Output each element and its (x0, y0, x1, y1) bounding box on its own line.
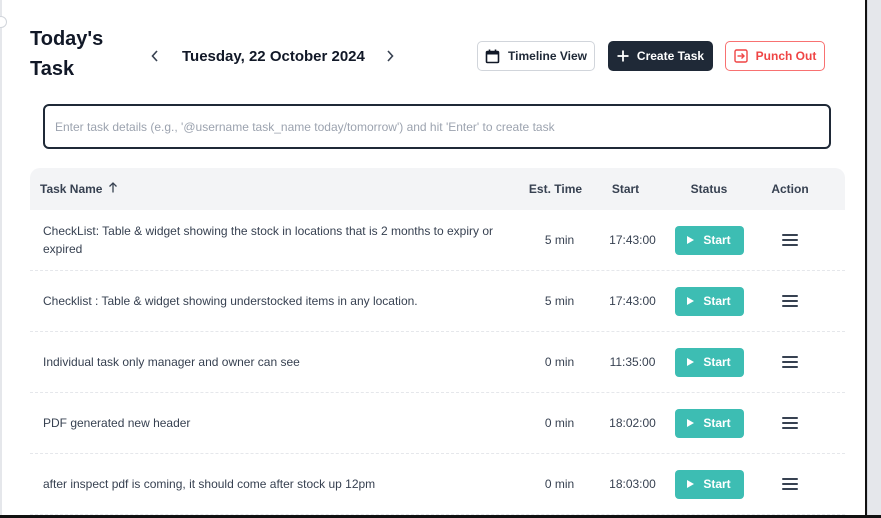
column-status: Status (690, 182, 728, 196)
task-name: Checklist : Table & widget showing under… (43, 294, 418, 308)
start-button[interactable]: Start (674, 408, 744, 438)
table-row: PDF generated new header 0 min 18:02:00 … (30, 393, 845, 454)
start-button[interactable]: Start (674, 469, 744, 499)
menu-icon[interactable] (782, 478, 798, 490)
play-icon (687, 419, 695, 427)
task-name: after inspect pdf is coming, it should c… (43, 477, 376, 491)
punch-out-label: Punch Out (755, 49, 817, 63)
table-row: Individual task only manager and owner c… (30, 332, 845, 393)
task-input[interactable] (43, 104, 831, 149)
menu-icon[interactable] (782, 295, 798, 307)
table-row: CheckList: Table & widget showing the st… (30, 210, 845, 271)
start-button[interactable]: Start (674, 225, 744, 255)
play-icon (687, 358, 695, 366)
create-task-label: Create Task (636, 49, 705, 63)
chevron-right-icon[interactable] (381, 42, 399, 70)
window-corner-indicator (0, 16, 7, 28)
menu-icon[interactable] (782, 356, 798, 368)
play-icon (687, 297, 695, 305)
current-date: Tuesday, 22 October 2024 (182, 47, 365, 65)
task-est-time: 0 min (544, 355, 575, 369)
menu-icon[interactable] (782, 234, 798, 246)
task-name: PDF generated new header (43, 416, 191, 430)
task-est-time: 5 min (544, 294, 575, 308)
play-icon (687, 480, 695, 488)
logout-icon (733, 49, 748, 63)
chevron-left-icon[interactable] (146, 42, 164, 70)
scrollbar-track[interactable] (867, 0, 881, 518)
date-navigator: Tuesday, 22 October 2024 (146, 42, 399, 70)
punch-out-button[interactable]: Punch Out (725, 41, 825, 71)
column-action: Action (771, 182, 809, 196)
task-start-time: 18:03:00 (609, 477, 656, 491)
task-start-time: 17:43:00 (609, 294, 656, 308)
page-title: Today's Task (30, 28, 104, 80)
task-name: Individual task only manager and owner c… (43, 355, 300, 369)
task-start-time: 18:02:00 (609, 416, 656, 430)
task-start-time: 17:43:00 (609, 233, 656, 247)
task-est-time: 5 min (544, 233, 575, 247)
window-edge-left (0, 0, 2, 518)
task-table: Task Name Est. Time Start Status Action … (30, 168, 845, 515)
play-icon (687, 236, 695, 244)
column-est-time: Est. Time (528, 182, 583, 196)
create-task-button[interactable]: Create Task (608, 41, 713, 71)
menu-icon[interactable] (782, 417, 798, 429)
start-button[interactable]: Start (674, 286, 744, 316)
task-start-time: 11:35:00 (609, 355, 656, 369)
table-header: Task Name Est. Time Start Status Action (30, 168, 845, 210)
task-est-time: 0 min (544, 477, 575, 491)
table-row: after inspect pdf is coming, it should c… (30, 454, 845, 515)
task-name: CheckList: Table & widget showing the st… (43, 224, 494, 256)
task-est-time: 0 min (544, 416, 575, 430)
plus-icon (617, 50, 629, 62)
timeline-view-label: Timeline View (508, 49, 587, 63)
start-button[interactable]: Start (674, 347, 744, 377)
calendar-icon (485, 49, 500, 64)
column-task-name[interactable]: Task Name (30, 180, 518, 198)
table-row: Checklist : Table & widget showing under… (30, 271, 845, 332)
arrow-up-icon[interactable] (108, 180, 118, 198)
timeline-view-button[interactable]: Timeline View (477, 41, 595, 71)
column-start: Start (611, 182, 640, 196)
